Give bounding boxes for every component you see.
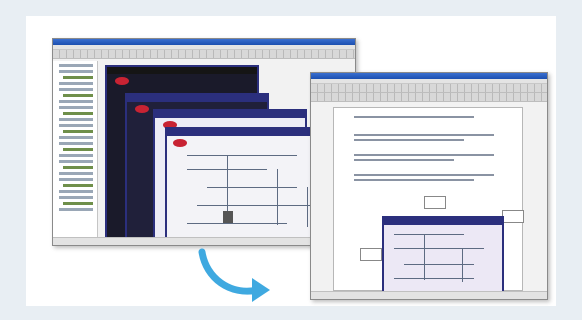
red-oval-logo-icon bbox=[135, 105, 149, 113]
toolbar bbox=[311, 84, 547, 93]
embedded-diagram-screenshot bbox=[382, 216, 504, 296]
callout-box bbox=[502, 210, 524, 223]
red-oval-logo-icon bbox=[115, 77, 129, 85]
document-page bbox=[333, 107, 524, 296]
toolbar bbox=[53, 50, 355, 59]
illustration-card bbox=[26, 16, 556, 306]
project-tree bbox=[53, 61, 98, 237]
callout-box bbox=[360, 248, 382, 261]
curved-arrow-icon bbox=[198, 248, 270, 302]
word-processor-window bbox=[310, 72, 548, 300]
status-bar bbox=[311, 291, 547, 299]
red-oval-logo-icon bbox=[173, 139, 187, 147]
callout-box bbox=[424, 196, 446, 209]
formatting-toolbar bbox=[311, 93, 547, 102]
